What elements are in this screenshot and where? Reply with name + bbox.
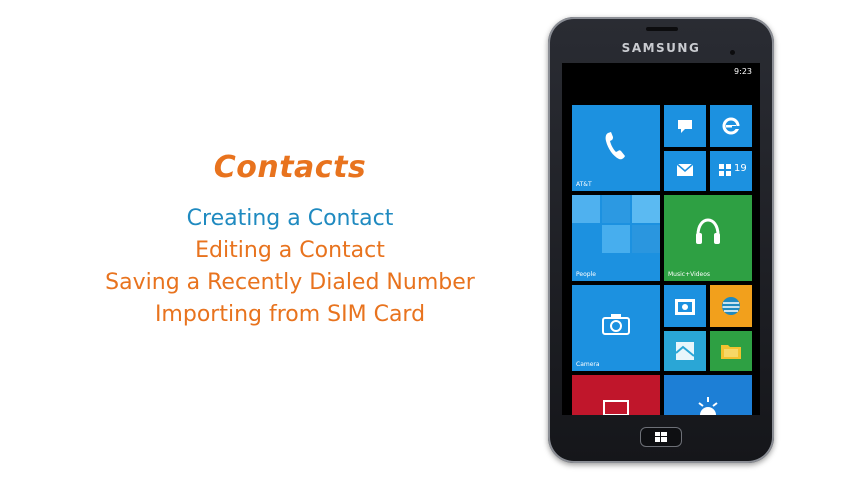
sun-icon: [698, 397, 718, 415]
windows-home-button[interactable]: [640, 427, 682, 447]
windows-logo-icon: [655, 432, 667, 442]
calendar-icon: [603, 400, 629, 415]
store-icon: [719, 164, 731, 176]
menu-item-saving-dialed-number[interactable]: Saving a Recently Dialed Number: [60, 267, 520, 299]
mail-tile[interactable]: [664, 151, 706, 191]
people-photo-cell: [602, 195, 630, 223]
photo-camera-icon: [675, 299, 695, 315]
brand-logo: SAMSUNG: [621, 41, 701, 55]
phone-device: SAMSUNG 9:23 AT&T 19 People Music+Videos…: [548, 17, 774, 463]
store-badge-count: 19: [734, 163, 747, 174]
people-tile[interactable]: People: [572, 195, 660, 281]
camera-tile[interactable]: Camera: [572, 285, 660, 371]
menu-item-importing-sim[interactable]: Importing from SIM Card: [60, 299, 520, 331]
browser-tile[interactable]: [710, 105, 752, 147]
message-bubble-icon: [678, 120, 692, 133]
camera-tile-label: Camera: [576, 361, 600, 368]
apps-folder-tile[interactable]: [710, 331, 752, 371]
folder-icon: [721, 345, 741, 359]
phone-tile[interactable]: AT&T: [572, 105, 660, 191]
maps-tile[interactable]: [664, 331, 706, 371]
internet-explorer-icon: [722, 117, 740, 135]
phone-tile-label: AT&T: [576, 181, 592, 188]
partial-tile-weather[interactable]: [664, 375, 752, 415]
music-videos-tile-label: Music+Videos: [668, 271, 711, 278]
att-tile[interactable]: [710, 285, 752, 327]
photos-tile[interactable]: [664, 285, 706, 327]
people-photo-cell: [602, 225, 630, 253]
menu-item-editing-contact[interactable]: Editing a Contact: [60, 235, 520, 267]
people-tile-label: People: [576, 271, 596, 278]
people-photo-cell: [572, 195, 600, 223]
menu-item-creating-contact[interactable]: Creating a Contact: [60, 203, 520, 235]
music-videos-tile[interactable]: Music+Videos: [664, 195, 752, 281]
phone-screen: 9:23 AT&T 19 People Music+Videos Camera: [562, 63, 760, 415]
earpiece-speaker: [646, 27, 678, 31]
store-tile[interactable]: 19: [710, 151, 752, 191]
people-photo-cell: [632, 225, 660, 253]
mail-envelope-icon: [676, 163, 694, 176]
partial-tile-red[interactable]: [572, 375, 660, 415]
camera-icon: [602, 314, 630, 335]
att-globe-icon: [722, 297, 740, 315]
phone-handset-icon: [605, 132, 625, 160]
menu-title: Contacts: [213, 150, 367, 185]
lesson-menu: Contacts Creating a Contact Editing a Co…: [60, 150, 520, 331]
status-clock: 9:23: [734, 67, 752, 76]
map-icon: [675, 342, 695, 360]
headphones-icon: [696, 218, 720, 244]
messaging-tile[interactable]: [664, 105, 706, 147]
people-photo-cell: [632, 195, 660, 223]
